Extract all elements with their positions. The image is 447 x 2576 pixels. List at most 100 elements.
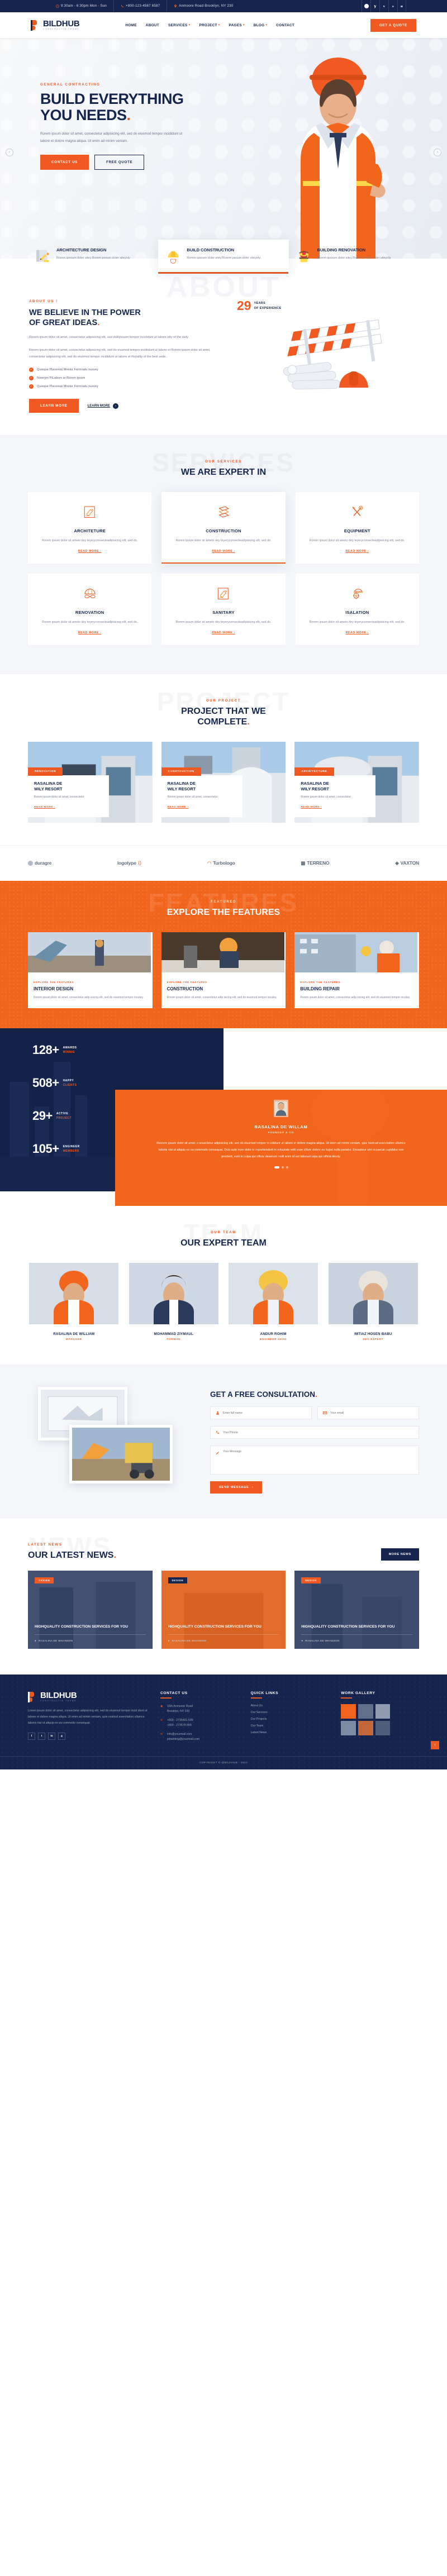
social-google-icon[interactable]: g [58,1732,65,1740]
brand-mark-icon: ▦ [301,860,306,866]
project-card[interactable]: RENOVATION RASALINA DE WILY RESORT Rorem … [28,741,153,823]
topbar-phone[interactable]: +800-123-4567 6587 [114,0,168,12]
social-vimeo-icon[interactable]: v [379,0,388,12]
free-quote-button[interactable]: FREE QUOTE [94,155,145,170]
feature-item-interior-design[interactable]: EXPLORE THE FEATURES INTERIOR DESIGN Ror… [28,932,153,1009]
gallery-thumb[interactable] [358,1721,373,1736]
service-card-equipment[interactable]: EQUIPMENT Rorem ipsum dolor sit ameto de… [295,492,419,564]
footer-logo[interactable]: BILDHUB CONSTRUCTIN THEME [28,1691,148,1702]
contact-us-button[interactable]: CONTACT US [40,155,89,170]
footer-link-news[interactable]: Latest News [251,1731,329,1734]
gallery-thumb[interactable] [341,1704,356,1719]
service-card-renovation[interactable]: RENOVATION Rorem ipsum dolor sit ameto d… [28,574,152,645]
project-readmore-link[interactable]: READ MORE › [34,806,55,809]
footer-title-underline [341,1697,353,1699]
gallery-thumb[interactable] [341,1721,356,1736]
social-twitter-icon[interactable]: t [38,1732,45,1740]
gallery-thumb[interactable] [375,1721,391,1736]
team-title: OUR EXPERT TEAM [180,1238,267,1248]
service-desc: Rorem ipsum dolor sit ameto dey teyeryco… [175,621,272,624]
service-card-sanitary[interactable]: SANITARY Rorem ipsum dolor sit ameto dey… [161,574,286,645]
footer-links-column: QUICK LINKS About Us Our Services Our Pr… [250,1691,329,1742]
footer-link-services[interactable]: Our Services [251,1711,329,1714]
footer-link-about[interactable]: About Us [251,1704,329,1707]
team-member-card[interactable]: ANDUR ROHIM ENGINEER HEAD [227,1263,320,1341]
service-readmore-link[interactable]: READ MORE › [212,631,235,635]
email-input[interactable] [330,1411,413,1415]
service-readmore-link[interactable]: READ MORE › [78,550,101,553]
get-a-quote-button[interactable]: GET A QUOTE [370,18,416,32]
team-member-card[interactable]: IMTIAZ HOSEN BABU SEO EXPERT [327,1263,420,1341]
phone-input[interactable] [223,1430,413,1434]
project-tag: ARCHITECTURE [294,767,334,776]
testimonial-pagination-dots[interactable] [154,1166,408,1168]
counter-label-a: ENGINEER [63,1144,80,1148]
service-card-construction[interactable]: CONSTRUCTION Rorem ipsum dolor sit ameto… [161,492,286,564]
message-field-wrapper[interactable] [210,1446,419,1475]
name-field-wrapper[interactable] [210,1406,312,1420]
project-card[interactable]: CONSTRUCTION RASALINA DE WILY RESORT Rore… [161,741,286,823]
nav-item-home[interactable]: HOME [125,23,136,27]
project-readmore-link[interactable]: READ MORE › [168,806,189,809]
team-member-card[interactable]: MOHAMMAD ZIYMAUL FORMAN [128,1263,220,1341]
feature-card-build-construction[interactable]: BUILD CONSTRUCTION Rorem ipsoum doler si… [158,240,289,272]
social-rss-icon[interactable]: ᴎ [397,0,406,12]
social-behance-icon[interactable] [362,0,370,12]
consultation-image-2 [69,1425,173,1484]
email-field-wrapper[interactable] [317,1406,419,1420]
footer-link-team[interactable]: Our Team [251,1724,329,1728]
top-bar: 9:30am - 6:30pm Mon - Sun +800-123-4567 … [0,0,447,12]
nav-item-contact[interactable]: CONTACT [276,23,294,27]
feature-card-architecture-design[interactable]: ARCHITECTURE DESIGN Rorem ipsoum doler s… [28,240,158,272]
footer-about-text: Lorem ipsum dolor sit amet, consectetur … [28,1709,148,1725]
helmet-goggles-icon [84,588,96,598]
team-member-card[interactable]: RASALINA DE WILLIAM MANAGER [28,1263,120,1341]
nav-label: HOME [125,23,137,27]
gallery-thumb[interactable] [375,1704,391,1719]
nav-item-blog[interactable]: BLOG ▾ [254,23,267,27]
site-logo[interactable]: BILDHUB CONSTRUCTIN THEME [31,20,80,31]
about-learn-more-button[interactable]: LEARN MORE [29,399,79,413]
service-card-architeture[interactable]: ARCHITETURE Rorem ipsum dolor sit ameto … [28,492,152,564]
message-input[interactable] [223,1450,413,1457]
counter-item: 128+ AWARDS WINNIG [32,1044,224,1056]
hero-eyebrow: GENERAL CONTRACTING [40,83,101,87]
nav-item-services[interactable]: SERVICES ▾ [168,23,190,27]
feature-item-building-repair[interactable]: EXPLORE THE FEATURES BUILDING REPAIR Ror… [294,932,419,1009]
news-card[interactable]: DESIGN HIGHQUALITY CONSTRUCTION SERVICES… [161,1571,286,1649]
feature-item-construction[interactable]: EXPLORE THE FEATURES CONSTRUCTION Rorem … [161,932,286,1009]
scroll-to-top-button[interactable]: ↑ [431,1741,439,1750]
send-message-button[interactable]: SEND MESSAGE › [210,1481,263,1494]
service-readmore-link[interactable]: READ MORE › [212,550,235,553]
service-readmore-link[interactable]: READ MORE › [78,631,101,635]
phone-field-wrapper[interactable] [210,1426,419,1439]
project-readmore-link[interactable]: READ MORE › [301,806,322,809]
checklist-label: Noterjon PiLabore ar Rerom ipsum [37,376,85,380]
nav-item-about[interactable]: ABOUT [146,23,159,27]
service-readmore-link[interactable]: READ MORE › [346,631,369,635]
news-card[interactable]: DESIGN HIGHQUALITY CONSTRUCTION SERVICES… [28,1571,153,1649]
service-card-isalation[interactable]: ISALATION Rorem ipsum dolor sit ameto de… [295,574,419,645]
nav-item-project[interactable]: PROJECT ▾ [199,23,220,27]
news-card[interactable]: DESIGN HIGHQUALITY CONSTRUCTION SERVICES… [294,1571,419,1649]
social-linkedin-icon[interactable]: in [48,1732,55,1740]
feature-card-building-renovation[interactable]: BUILDING RENOVATION Rorem ipsoum doler s… [289,240,419,272]
consultation-section: GET A FREE CONSULTATION. Enter full name… [0,1365,447,1519]
about-learn-more-link[interactable]: LEARN MORE › [88,403,118,409]
service-readmore-link[interactable]: READ MORE › [346,550,369,553]
user-icon [216,1411,220,1415]
social-skype-icon[interactable]: s [388,0,397,12]
footer-link-projects[interactable]: Our Projects [251,1718,329,1721]
footer-contact-email[interactable]: ✉ info@yourmail.com jobwriting@yourmail.co… [160,1732,239,1742]
gallery-thumb[interactable] [358,1704,373,1719]
name-input[interactable] [223,1411,306,1415]
counter-item: 508+ HAPPY CLIENTS [32,1077,224,1089]
nav-item-pages[interactable]: PAGES ▾ [229,23,245,27]
team-grid: RASALINA DE WILLIAM MANAGER MOHAMMAD ZIY… [28,1263,419,1341]
project-card[interactable]: ARCHITECTURE RASALINA DE WILY RESORT Rore… [294,741,419,823]
social-twitter-icon[interactable]: 𝕪 [370,0,379,12]
footer-contact-phone[interactable]: ✆ +800 - 2735491 699 +800 - 273578 899 [160,1718,239,1728]
more-news-button[interactable]: MORE NEWS [381,1548,419,1561]
social-facebook-icon[interactable]: f [28,1732,35,1740]
about-illustration-column: 29 YEARS OF EXPERIENCE [225,299,419,413]
